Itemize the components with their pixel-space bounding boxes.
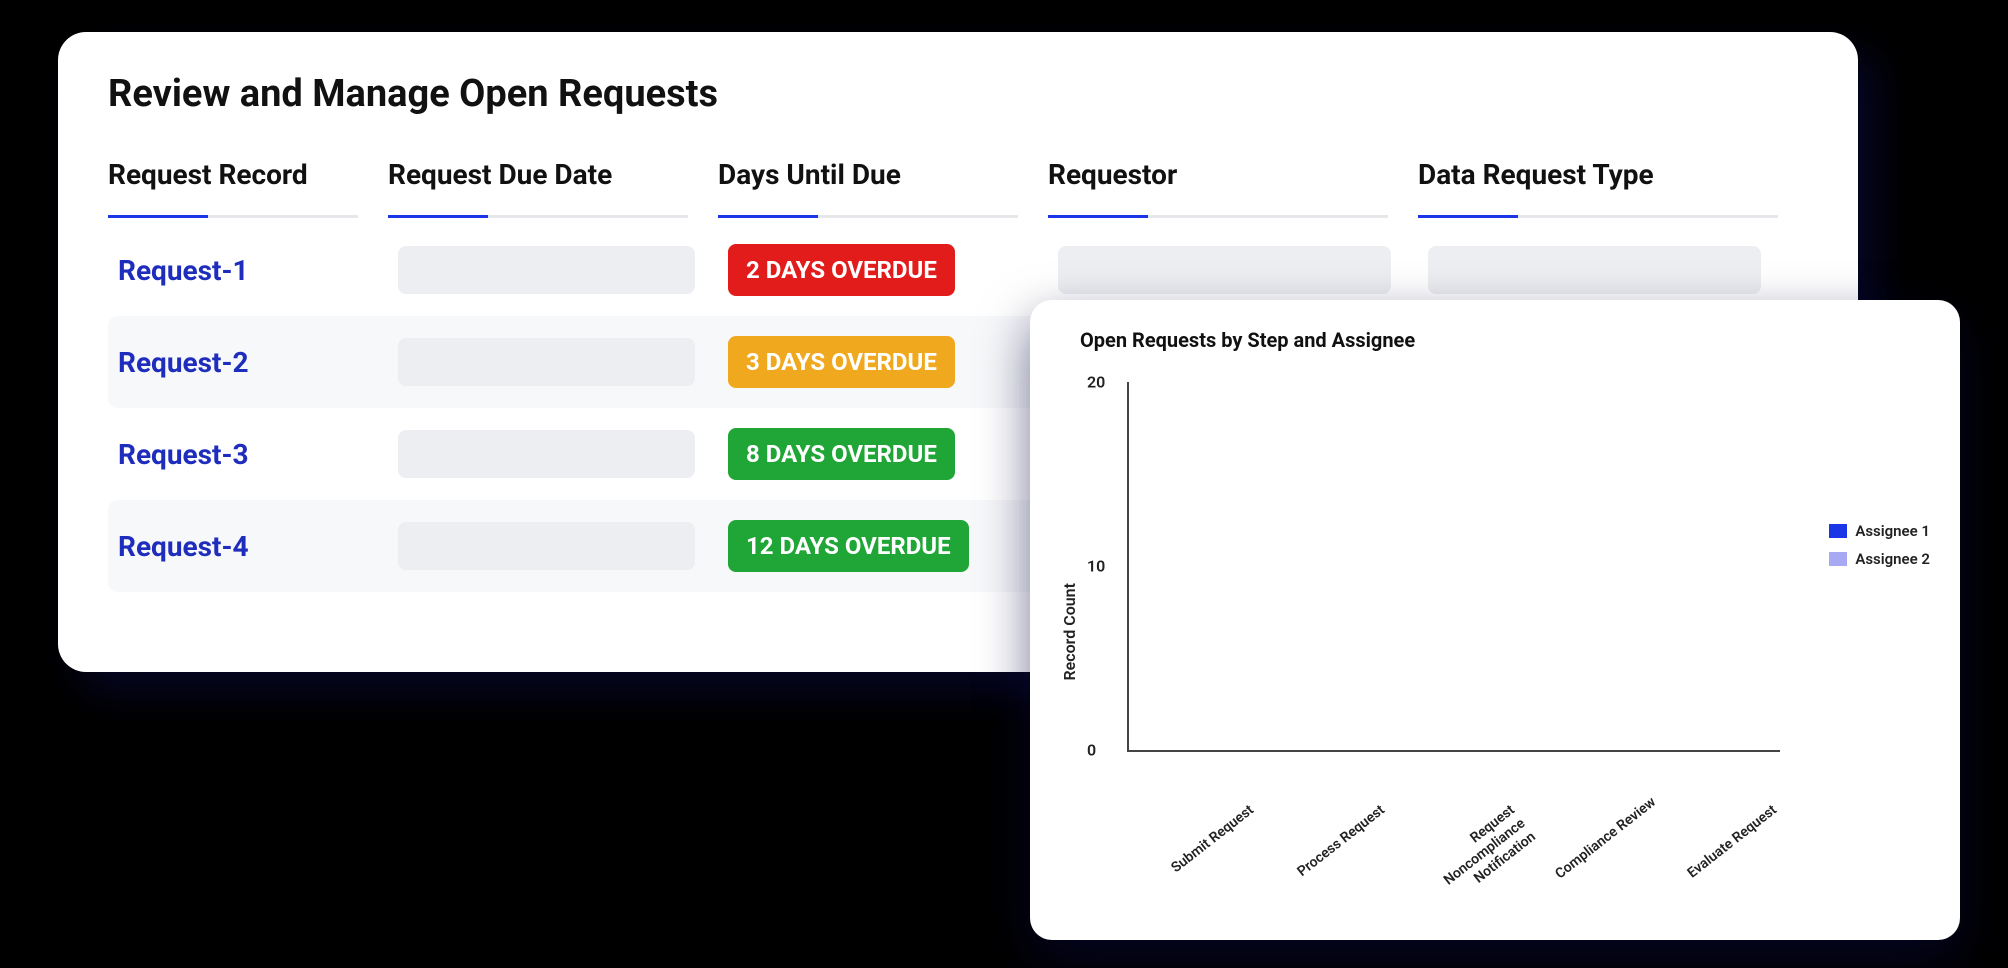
table-header-row: Request Record Request Due Date Days Unt… — [108, 146, 1808, 218]
overdue-badge: 12 DAYS OVERDUE — [728, 520, 969, 572]
overdue-badge: 8 DAYS OVERDUE — [728, 428, 955, 480]
request-type-placeholder — [1428, 246, 1761, 294]
x-tick-label: Process Request — [1291, 802, 1409, 909]
overdue-badge: 2 DAYS OVERDUE — [728, 244, 955, 296]
request-record-link[interactable]: Request-2 — [118, 346, 398, 379]
due-date-placeholder — [398, 522, 695, 570]
x-axis-labels: Submit RequestProcess RequestRequest Non… — [1127, 762, 1780, 812]
due-date-placeholder — [398, 430, 695, 478]
x-tick-label: Evaluate Request — [1683, 802, 1801, 909]
table-title: Review and Manage Open Requests — [108, 72, 1808, 116]
due-date-placeholder — [398, 338, 695, 386]
y-axis-label: Record Count — [1060, 583, 1079, 681]
legend-swatch-icon — [1829, 552, 1847, 566]
request-record-link[interactable]: Request-3 — [118, 438, 398, 471]
column-header-record[interactable]: Request Record — [108, 146, 388, 218]
chart-title: Open Requests by Step and Assignee — [1080, 328, 1930, 352]
column-header-requestor[interactable]: Requestor — [1048, 146, 1418, 218]
x-tick-label: Compliance Review — [1552, 802, 1670, 909]
request-record-link[interactable]: Request-1 — [118, 254, 398, 287]
column-header-days-until-due[interactable]: Days Until Due — [718, 146, 1048, 218]
x-tick-label: Submit Request — [1161, 802, 1279, 909]
column-header-due-date[interactable]: Request Due Date — [388, 146, 718, 218]
legend-item-assignee-2[interactable]: Assignee 2 — [1829, 550, 1930, 568]
chart-area: Record Count 01020 Submit RequestProcess… — [1060, 372, 1930, 892]
due-date-placeholder — [398, 246, 695, 294]
chart-plot: 01020 — [1127, 382, 1780, 752]
y-tick-label: 0 — [1087, 741, 1096, 760]
y-tick-label: 20 — [1087, 373, 1105, 392]
column-header-request-type[interactable]: Data Request Type — [1418, 146, 1808, 218]
request-record-link[interactable]: Request-4 — [118, 530, 398, 563]
requestor-placeholder — [1058, 246, 1391, 294]
legend-swatch-icon — [1829, 524, 1847, 538]
open-requests-chart-card: Open Requests by Step and Assignee Recor… — [1030, 300, 1960, 940]
chart-legend: Assignee 1 Assignee 2 — [1829, 522, 1930, 578]
overdue-badge: 3 DAYS OVERDUE — [728, 336, 955, 388]
x-tick-label: Request Noncompliance Notification — [1422, 802, 1540, 909]
y-tick-label: 10 — [1087, 557, 1105, 576]
legend-item-assignee-1[interactable]: Assignee 1 — [1829, 522, 1930, 540]
